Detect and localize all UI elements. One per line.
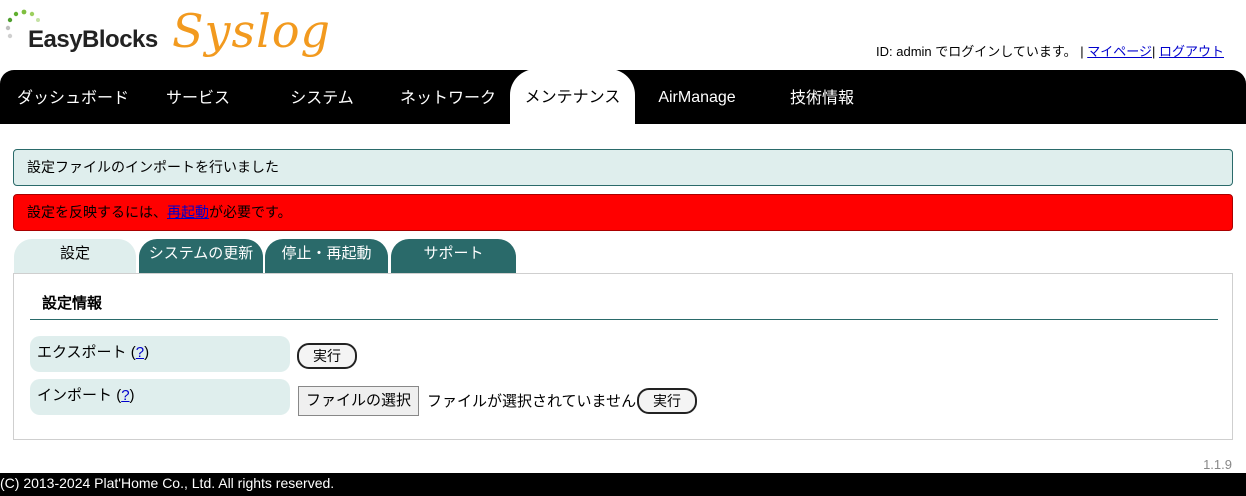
paren: ) (129, 387, 135, 404)
warning-message: 設定を反映するには、再起動が必要です。 (13, 194, 1233, 231)
separator: | (1151, 44, 1156, 59)
footer-copyright: (C) 2013-2024 Plat'Home Co., Ltd. All ri… (0, 473, 1246, 496)
import-execute-button[interactable]: 実行 (637, 388, 697, 414)
nav-item-network[interactable]: ネットワーク (392, 70, 504, 124)
mypage-link[interactable]: マイページ (1087, 44, 1152, 59)
nav-item-maintenance[interactable]: メンテナンス (510, 69, 635, 124)
file-status: ファイルが選択されていません (427, 393, 637, 410)
import-row-label: インポート (?) (30, 379, 290, 415)
logo-text: EasyBlocks (28, 26, 158, 53)
divider (30, 319, 1218, 320)
tab-system-update[interactable]: システムの更新 (139, 239, 263, 274)
panel-title: 設定情報 (42, 295, 103, 312)
file-select-button[interactable]: ファイルの選択 (298, 386, 420, 416)
product-name: Syslog (172, 4, 331, 58)
nav-item-services[interactable]: サービス (146, 70, 250, 124)
separator: | (1080, 44, 1084, 59)
nav-item-tech-info[interactable]: 技術情報 (770, 70, 874, 124)
nav-item-airmanage[interactable]: AirManage (645, 70, 749, 124)
paren: ) (144, 344, 150, 361)
login-info: ID: admin でログインしています。 | マイページ| ログアウト (876, 41, 1224, 60)
import-label: インポート (37, 387, 113, 404)
tab-support[interactable]: サポート (391, 239, 516, 274)
export-row-label: エクスポート (?) (30, 336, 290, 372)
import-help-link[interactable]: ? (121, 387, 129, 404)
export-execute-button[interactable]: 実行 (297, 343, 357, 369)
version-label: 1.1.9 (1203, 457, 1232, 472)
export-help-link[interactable]: ? (136, 344, 144, 361)
reboot-link[interactable]: 再起動 (167, 204, 209, 220)
main-nav: ダッシュボード サービス システム ネットワーク メンテナンス AirManag… (0, 69, 1246, 124)
export-label: エクスポート (37, 344, 127, 361)
logout-link[interactable]: ログアウト (1159, 44, 1224, 59)
nav-item-dashboard[interactable]: ダッシュボード (0, 70, 146, 124)
info-message: 設定ファイルのインポートを行いました (13, 149, 1233, 186)
nav-item-system[interactable]: システム (270, 70, 374, 124)
login-status: ID: admin でログインしています。 (876, 44, 1077, 59)
warning-prefix: 設定を反映するには、 (27, 204, 167, 220)
warning-suffix: が必要です。 (209, 204, 292, 220)
tab-stop-restart[interactable]: 停止・再起動 (265, 239, 388, 274)
tab-settings[interactable]: 設定 (14, 239, 136, 275)
settings-panel: 設定情報 エクスポート (?) 実行 インポート (?) ファイルの選択 ファイ… (13, 273, 1233, 440)
header: EasyBlocks Syslog ID: admin でログインしています。 … (0, 0, 1246, 70)
